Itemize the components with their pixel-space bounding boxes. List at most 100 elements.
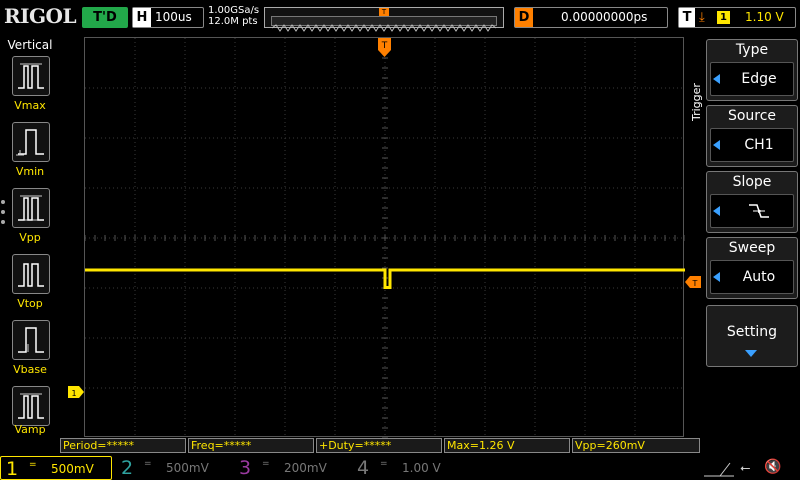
vmax-icon	[18, 63, 44, 89]
trigger-setting-title: Setting	[726, 324, 778, 340]
delay-label: D	[515, 8, 533, 27]
vpp-label: Vpp	[19, 231, 41, 244]
duty-result: +Duty=*****	[316, 438, 442, 453]
brand-logo: RIGOL	[4, 4, 77, 28]
delay-value: 0.00000000ps	[561, 10, 648, 24]
dc-coupling-icon: =	[262, 459, 270, 469]
ch3-tab[interactable]: 3 = 200mV	[234, 456, 346, 480]
vpp-result: Vpp=260mV	[572, 438, 700, 453]
ch4-scale: 1.00 V	[402, 461, 441, 475]
falling-slope-icon	[749, 204, 769, 218]
timebase-value: 100us	[155, 10, 192, 24]
memory-depth: 12.0M pts	[208, 16, 258, 27]
dc-coupling-icon: =	[144, 459, 152, 469]
freq-result: Freq=*****	[188, 438, 314, 453]
page-dots	[1, 200, 5, 230]
trigger-sweep-value: Auto	[742, 269, 776, 285]
measure-menu-title: Vertical	[7, 38, 53, 52]
memory-trigger-marker: T	[379, 8, 389, 16]
vbase-label: Vbase	[13, 363, 47, 376]
vpp-icon	[18, 195, 44, 221]
vamp-label: Vamp	[14, 423, 46, 436]
svg-text:1: 1	[71, 389, 76, 398]
trigger-source-key[interactable]: Source CH1	[706, 105, 798, 167]
trigger-slope-title: Slope	[732, 174, 772, 190]
trigger-menu: Trigger Type Edge Source CH1 Slope Sweep	[686, 37, 800, 439]
trigger-sweep-value-box: Auto	[710, 260, 794, 294]
ch1-offset-marker[interactable]: 1	[68, 386, 84, 398]
trigger-type-key[interactable]: Type Edge	[706, 39, 798, 101]
horizontal-timebase-box[interactable]: H 100us	[132, 7, 204, 28]
trigger-level-value: 1.10 V	[745, 10, 784, 24]
ch1-number: 1	[5, 458, 19, 480]
memory-preview-wave	[271, 24, 497, 32]
ch1-waveform	[85, 268, 685, 289]
vmin-icon	[16, 129, 44, 156]
vmin-label: Vmin	[15, 165, 45, 178]
ch4-number: 4	[356, 457, 370, 479]
left-arrow-icon	[713, 206, 720, 216]
dc-coupling-icon: =	[29, 460, 37, 470]
period-result: Period=*****	[60, 438, 186, 453]
horizontal-label: H	[133, 8, 151, 27]
measure-menu: Vertical Vmax Vmin Vpp Vtop Vbase Vamp	[0, 36, 60, 438]
trigger-source-value: CH1	[744, 137, 774, 153]
ch4-tab[interactable]: 4 = 1.00 V	[352, 456, 464, 480]
memory-position-bar[interactable]: T	[264, 7, 504, 32]
svg-text:T: T	[381, 41, 388, 51]
max-result: Max=1.26 V	[444, 438, 570, 453]
ch3-number: 3	[238, 457, 252, 479]
vbase-button[interactable]	[12, 320, 50, 360]
trigger-type-value: Edge	[741, 71, 777, 87]
trigger-slope-value-box	[710, 194, 794, 228]
ch1-trace	[85, 268, 685, 289]
vamp-button[interactable]	[12, 386, 50, 426]
left-arrow-icon	[713, 140, 720, 150]
top-status-bar: RIGOL T'D H 100us 1.00GSa/s 12.0M pts T …	[0, 0, 800, 34]
speaker-icon[interactable]: 🔇	[764, 459, 781, 475]
ch1-scale: 500mV	[51, 462, 94, 476]
left-arrow-icon	[713, 272, 720, 282]
vmax-label: Vmax	[14, 99, 46, 112]
memory-window	[271, 16, 497, 32]
dc-coupling-icon: =	[380, 459, 388, 469]
trigger-type-title: Type	[735, 42, 769, 58]
vmax-button[interactable]	[12, 56, 50, 96]
trigger-type-value-box: Edge	[710, 62, 794, 96]
ch2-tab[interactable]: 2 = 500mV	[116, 456, 228, 480]
usb-icon: ⭠	[740, 461, 751, 476]
vmin-button[interactable]	[12, 122, 50, 162]
trigger-source-value-box: CH1	[710, 128, 794, 162]
trigger-setting-key[interactable]: Setting	[706, 305, 798, 367]
acquisition-info: 1.00GSa/s 12.0M pts	[208, 5, 259, 27]
ch2-number: 2	[120, 457, 134, 479]
arrow-icon	[704, 462, 734, 477]
waveform-display[interactable]	[84, 37, 685, 438]
trigger-sweep-title: Sweep	[728, 240, 776, 256]
vtop-icon	[18, 263, 44, 287]
trigger-source-badge: 1	[717, 11, 730, 24]
trigger-position-marker[interactable]: T	[378, 38, 391, 58]
vpp-button[interactable]	[12, 188, 50, 228]
chevron-down-icon	[745, 350, 757, 357]
trigger-source-title: Source	[727, 108, 777, 124]
left-arrow-icon	[713, 74, 720, 84]
delay-box[interactable]: D 0.00000000ps	[514, 7, 668, 28]
channel-bar: 1 = 500mV 2 = 500mV 3 = 200mV 4 = 1.00 V…	[0, 455, 800, 480]
vamp-icon	[18, 393, 44, 419]
trigger-label: T	[679, 8, 695, 27]
vtop-label: Vtop	[17, 297, 43, 310]
vbase-icon	[18, 327, 44, 353]
sample-rate: 1.00GSa/s	[208, 5, 260, 16]
run-status-badge[interactable]: T'D	[82, 7, 128, 28]
trigger-status-box[interactable]: T ⤓ 1 1.10 V	[678, 7, 796, 28]
measurement-results-bar: Period=***** Freq=***** +Duty=***** Max=…	[60, 438, 700, 454]
trigger-menu-title: Trigger	[690, 83, 703, 121]
vtop-button[interactable]	[12, 254, 50, 294]
trigger-slope-key[interactable]: Slope	[706, 171, 798, 233]
ch2-scale: 500mV	[166, 461, 209, 475]
falling-edge-icon: ⤓	[699, 10, 705, 25]
ch1-tab[interactable]: 1 = 500mV	[0, 456, 112, 480]
ch3-scale: 200mV	[284, 461, 327, 475]
trigger-sweep-key[interactable]: Sweep Auto	[706, 237, 798, 299]
